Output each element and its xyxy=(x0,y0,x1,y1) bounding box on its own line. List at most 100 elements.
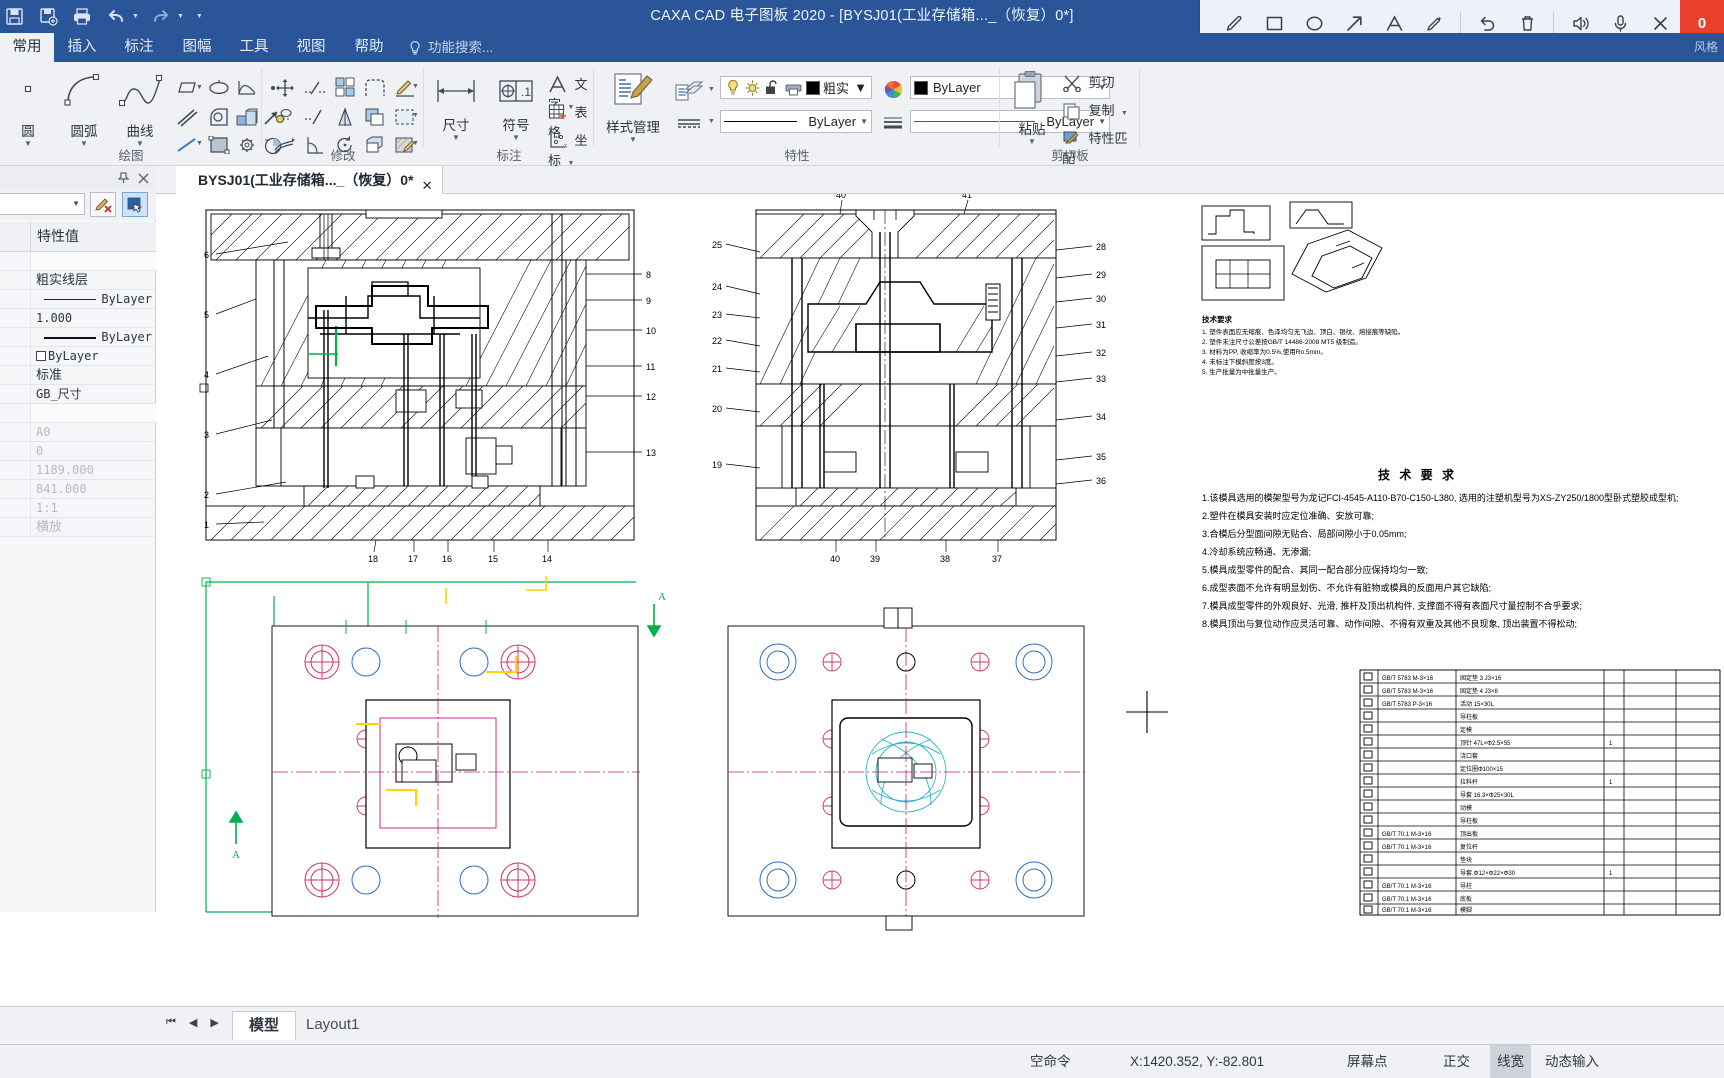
tab-shitu[interactable]: 视图 xyxy=(282,33,340,62)
lineweight-icon[interactable] xyxy=(880,110,906,136)
tab-bangzhu[interactable]: 帮助 xyxy=(340,33,398,62)
toggle-dynamic-input[interactable]: 动态输入 xyxy=(1545,1045,1599,1078)
svg-text:2: 2 xyxy=(204,490,209,500)
dimension-button[interactable]: 尺寸 ▼ xyxy=(428,74,484,142)
property-row[interactable] xyxy=(0,252,156,271)
drawing-canvas[interactable]: 5 4 3 2 1 6 8 9 10 11 12 13 18 17 16 15 … xyxy=(156,194,1724,1006)
function-search[interactable]: 功能搜索... xyxy=(408,33,493,62)
bom-table: GB/T 5783 M-3×16 GB/T 5783 M-3×16 GB/T 5… xyxy=(1359,669,1721,916)
chevron-down-icon[interactable]: ▼ xyxy=(428,134,484,142)
property-row-layer[interactable]: 粗实线层 xyxy=(0,271,156,290)
redo-dropdown-icon[interactable]: ▼ xyxy=(177,13,184,20)
property-row-ltscale[interactable]: 1.000 xyxy=(0,309,156,328)
polygon-icon[interactable] xyxy=(204,104,234,130)
paste-button[interactable]: 粘贴 ▼ xyxy=(1006,70,1058,146)
cad-drawing[interactable]: 5 4 3 2 1 6 8 9 10 11 12 13 18 17 16 15 … xyxy=(156,194,1724,1006)
object-type-combo[interactable]: ▼ xyxy=(0,193,85,215)
property-row-zero[interactable]: 0 xyxy=(0,442,156,461)
chevron-down-icon[interactable]: ▼ xyxy=(488,134,544,142)
next-sheet-button[interactable]: ▶ xyxy=(210,1016,218,1029)
chevron-down-icon[interactable]: ▼ xyxy=(412,112,419,119)
property-row[interactable] xyxy=(0,404,156,423)
move-icon[interactable] xyxy=(270,75,300,101)
property-row-dimstyle[interactable]: GB_尺寸 xyxy=(0,385,156,404)
pin-icon[interactable] xyxy=(115,170,131,186)
extend-icon[interactable] xyxy=(300,104,330,130)
property-row-scale[interactable]: 1:1 xyxy=(0,499,156,518)
property-row-lineweight[interactable]: ByLayer xyxy=(0,328,156,347)
linetype-icon[interactable] xyxy=(672,110,706,136)
undo-icon[interactable] xyxy=(104,5,128,29)
property-row-linetype[interactable]: ByLayer xyxy=(0,290,156,309)
pick-properties-button[interactable] xyxy=(122,192,148,217)
property-row-orientation[interactable]: 横放 xyxy=(0,518,156,537)
property-row-color[interactable]: ByLayer xyxy=(0,347,156,366)
sheet-tab-layout1[interactable]: Layout1 xyxy=(290,1011,375,1040)
chevron-down-icon[interactable]: ▼ xyxy=(854,80,867,95)
svg-text:3.合模后分型面间隙无贴合、局部间隙小于0.05mm;: 3.合模后分型面间隙无贴合、局部间隙小于0.05mm; xyxy=(1202,528,1407,539)
prev-sheet-button[interactable]: ◀ xyxy=(189,1016,197,1029)
offset-icon[interactable] xyxy=(360,104,390,130)
draw-spline-button[interactable]: 曲线 ▼ xyxy=(114,70,166,148)
style-manager-button[interactable]: 样式管理 ▼ xyxy=(600,70,666,144)
chevron-down-icon[interactable]: ▼ xyxy=(412,83,419,90)
layer-color-swatch[interactable] xyxy=(806,80,820,95)
property-row-papersize[interactable]: A0 xyxy=(0,423,156,442)
ellipse-icon[interactable] xyxy=(204,75,234,101)
chamfer-icon[interactable] xyxy=(360,75,390,101)
layer-manager-icon[interactable] xyxy=(672,78,706,104)
symbol-button[interactable]: .1 符号 ▼ xyxy=(488,74,544,142)
rectangle-dropdown-icon[interactable]: ▼ xyxy=(196,84,203,91)
print-icon[interactable] xyxy=(70,5,94,29)
cut-button[interactable]: 剪切 xyxy=(1062,72,1114,93)
linetype-combo[interactable]: ByLayer ▼ xyxy=(720,110,872,133)
chevron-down-icon[interactable]: ▼ xyxy=(72,199,80,208)
ribbon-collapse-label[interactable]: 风格 xyxy=(1694,33,1718,62)
tab-charu[interactable]: 插入 xyxy=(54,33,110,62)
toggle-lineweight[interactable]: 线宽 xyxy=(1490,1045,1531,1078)
redo-icon[interactable] xyxy=(149,5,173,29)
sheet-tab-model[interactable]: 模型 xyxy=(232,1011,297,1040)
ribbon-tab-strip[interactable]: 常用 插入 标注 图幅 工具 视图 帮助 功能搜索... 风格 xyxy=(0,33,1724,62)
layer-state-bar[interactable]: 粗实 ▼ xyxy=(720,76,872,99)
snap-mode-label[interactable]: 屏幕点 xyxy=(1347,1045,1388,1078)
tab-gongju[interactable]: 工具 xyxy=(226,33,282,62)
property-row-height[interactable]: 841.000 xyxy=(0,480,156,499)
first-sheet-button[interactable]: ⏮ xyxy=(166,1016,176,1029)
save-as-icon[interactable] xyxy=(36,5,60,29)
property-row-textstyle[interactable]: 标准 xyxy=(0,366,156,385)
trim-icon[interactable] xyxy=(300,75,330,101)
svg-text:8: 8 xyxy=(646,270,651,280)
svg-text:34: 34 xyxy=(1096,412,1106,422)
toolbar-separator xyxy=(1460,12,1461,34)
tab-changyong[interactable]: 常用 xyxy=(0,33,54,62)
property-row-width[interactable]: 1189.000 xyxy=(0,461,156,480)
chevron-down-icon[interactable]: ▼ xyxy=(708,118,715,125)
parallel-line-icon[interactable] xyxy=(172,104,202,130)
scissors-icon xyxy=(1063,75,1081,93)
tab-tufu[interactable]: 图幅 xyxy=(168,33,226,62)
sheet-nav-buttons[interactable]: ⏮ ◀ ▶ ⏭ xyxy=(166,1016,242,1029)
svg-text:20: 20 xyxy=(712,404,722,414)
draw-circle-button[interactable]: 圆 ▼ xyxy=(2,70,54,148)
undo-dropdown-icon[interactable]: ▼ xyxy=(132,13,139,20)
customize-qat-icon[interactable]: ▼ xyxy=(196,13,203,20)
document-tab[interactable]: BYSJ01(工业存储箱..._（恢复）0* ✕ xyxy=(176,166,443,194)
copy-icon[interactable] xyxy=(270,104,300,130)
chevron-down-icon[interactable]: ▼ xyxy=(600,136,666,144)
close-icon[interactable] xyxy=(135,170,151,186)
mirror-icon[interactable] xyxy=(330,104,360,130)
copy-button[interactable]: 复制 ▼ xyxy=(1062,100,1128,120)
color-wheel-icon[interactable] xyxy=(880,76,906,102)
clear-selection-button[interactable] xyxy=(90,192,116,217)
chevron-down-icon[interactable] xyxy=(96,170,112,186)
toggle-ortho[interactable]: 正交 xyxy=(1443,1045,1470,1078)
save-icon[interactable] xyxy=(2,5,26,29)
chevron-down-icon[interactable]: ▼ xyxy=(856,117,868,126)
chevron-down-icon[interactable]: ▼ xyxy=(708,86,715,93)
array-rect-icon[interactable] xyxy=(330,74,360,100)
draw-arc-button[interactable]: 圆弧 ▼ xyxy=(58,70,110,148)
chevron-down-icon[interactable]: ▼ xyxy=(1121,110,1128,117)
quick-access-toolbar[interactable]: ▼ ▼ ▼ xyxy=(0,0,203,33)
tab-biaozhu[interactable]: 标注 xyxy=(110,33,168,62)
